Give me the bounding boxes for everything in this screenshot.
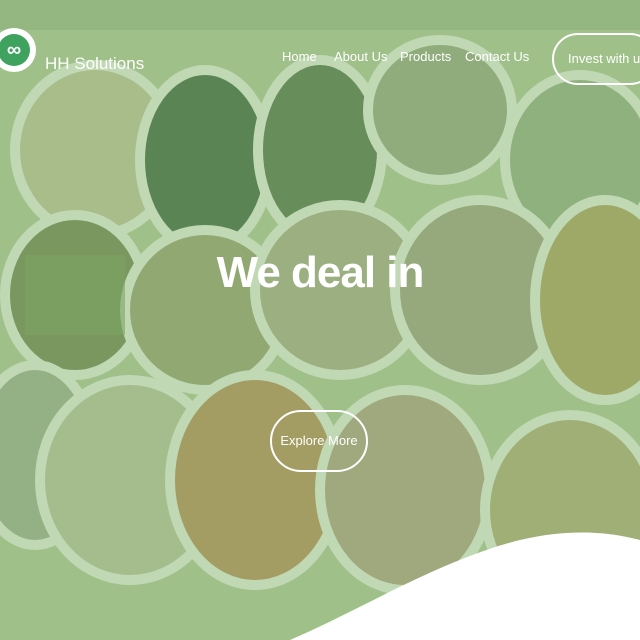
explore-more-button[interactable]: Explore More — [270, 410, 368, 472]
hero-headline: We deal in — [216, 248, 425, 297]
wave-divider — [290, 532, 640, 640]
nav-home[interactable]: Home — [282, 49, 317, 64]
infinity-icon: ∞ — [0, 34, 30, 66]
brand-name[interactable]: HH Solutions — [45, 54, 144, 74]
nav-contact-us[interactable]: Contact Us — [465, 49, 529, 64]
hero-section: ∞ HH Solutions Home About Us Products Co… — [0, 0, 640, 640]
invest-with-us-button[interactable]: Invest with us — [552, 33, 640, 85]
nav-products[interactable]: Products — [400, 49, 451, 64]
nav-about-us[interactable]: About Us — [334, 49, 387, 64]
